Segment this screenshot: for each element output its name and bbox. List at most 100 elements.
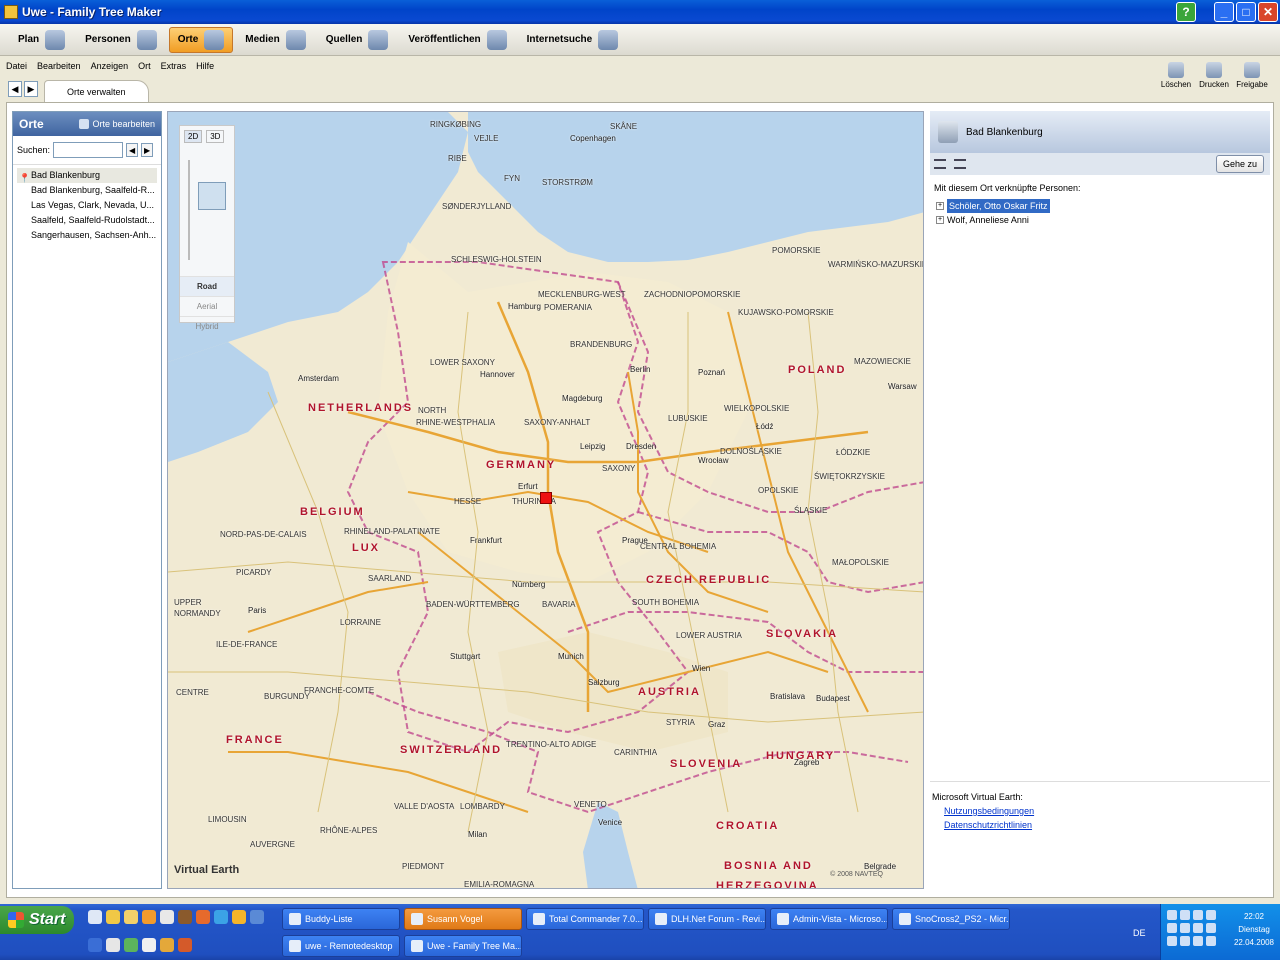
search-next-button[interactable]: ▶: [141, 143, 154, 157]
taskbar-task[interactable]: uwe - Remotedesktop: [282, 935, 400, 957]
tab-internetsuche[interactable]: Internetsuche: [519, 27, 627, 53]
list-item[interactable]: Las Vegas, Clark, Nevada, U...: [17, 198, 157, 213]
menu-datei[interactable]: Datei: [6, 61, 27, 71]
expand-icon[interactable]: +: [936, 216, 944, 224]
places-list: 📍 Bad Blankenburg Bad Blankenburg, Saalfe…: [13, 165, 161, 246]
media-icon: [285, 29, 306, 50]
minimize-button[interactable]: _: [1214, 2, 1234, 22]
quick-launch-icon[interactable]: [106, 938, 120, 952]
menu-hilfe[interactable]: Hilfe: [196, 61, 214, 71]
tray-icon[interactable]: [1206, 910, 1216, 920]
tab-quellen[interactable]: Quellen: [318, 27, 397, 53]
tray-icon[interactable]: [1167, 910, 1177, 920]
quick-launch-icon[interactable]: [106, 910, 120, 924]
search-prev-button[interactable]: ◀: [126, 143, 139, 157]
taskbar-task[interactable]: Total Commander 7.0...: [526, 908, 644, 930]
tab-plan[interactable]: Plan: [10, 27, 73, 53]
country-label: SWITZERLAND: [400, 744, 503, 756]
tray-icon[interactable]: [1167, 936, 1177, 946]
quick-launch-icon[interactable]: [124, 910, 138, 924]
task-icon: [411, 913, 423, 925]
quick-launch-icon[interactable]: [160, 910, 174, 924]
filter-icon[interactable]: [934, 159, 946, 169]
map-style-hybrid[interactable]: Hybrid: [180, 316, 234, 336]
taskbar-task[interactable]: Uwe - Family Tree Ma...: [404, 935, 522, 957]
menu-anzeigen[interactable]: Anzeigen: [91, 61, 129, 71]
tray-icon[interactable]: [1193, 910, 1203, 920]
terms-link[interactable]: Nutzungsbedingungen: [930, 806, 1270, 820]
quick-launch-icon[interactable]: [214, 910, 228, 924]
quick-launch-icon[interactable]: [196, 910, 210, 924]
region-label: NORD-PAS-DE-CALAIS: [220, 530, 307, 539]
tray-icon[interactable]: [1180, 910, 1190, 920]
quick-launch-icon[interactable]: [250, 910, 264, 924]
quick-launch-icon[interactable]: [178, 910, 192, 924]
menu-bearbeiten[interactable]: Bearbeiten: [37, 61, 81, 71]
person-row[interactable]: + Wolf, Anneliese Anni: [930, 213, 1270, 227]
search-input[interactable]: [53, 142, 124, 158]
quick-launch-icon[interactable]: [124, 938, 138, 952]
sort-icon[interactable]: [954, 159, 966, 169]
zoom-slider[interactable]: [188, 160, 196, 260]
tab-veroeffentlichen[interactable]: Veröffentlichen: [400, 27, 514, 53]
go-to-button[interactable]: Gehe zu: [1215, 155, 1264, 173]
language-indicator[interactable]: DE: [1133, 928, 1146, 938]
country-label: BELGIUM: [300, 506, 365, 518]
tray-icon[interactable]: [1193, 936, 1203, 946]
quick-launch-icon[interactable]: [178, 938, 192, 952]
tray-icon[interactable]: [1167, 923, 1177, 933]
menu-extras[interactable]: Extras: [161, 61, 187, 71]
maximize-button[interactable]: □: [1236, 2, 1256, 22]
tray-icon[interactable]: [1193, 923, 1203, 933]
edit-places-button[interactable]: Orte bearbeiten: [79, 119, 155, 129]
task-icon: [533, 913, 545, 925]
taskbar-task[interactable]: Admin-Vista - Microso...: [770, 908, 888, 930]
privacy-link[interactable]: Datenschutzrichtlinien: [930, 820, 1270, 834]
map-view[interactable]: RINGKØBING VEJLE RIBE FYN SØNDERJYLLAND STORS…: [167, 111, 924, 889]
person-row[interactable]: + Schöler, Otto Oskar Fritz: [930, 199, 1270, 213]
taskbar-task[interactable]: Buddy-Liste: [282, 908, 400, 930]
tab-orte[interactable]: Orte: [168, 26, 234, 53]
tray-icon[interactable]: [1206, 923, 1216, 933]
task-icon: [411, 940, 423, 952]
forward-button[interactable]: ▶: [24, 81, 38, 97]
tab-label: Medien: [245, 34, 280, 45]
quick-launch-icon[interactable]: [88, 910, 102, 924]
quick-launch-icon[interactable]: [232, 910, 246, 924]
place-detail-toolbar: Gehe zu: [930, 153, 1270, 175]
list-item[interactable]: Saalfeld, Saalfeld-Rudolstadt...: [17, 213, 157, 228]
place-name: Sangerhausen, Sachsen-Anh...: [31, 230, 157, 240]
map-style-aerial[interactable]: Aerial: [180, 296, 234, 316]
tray-icon[interactable]: [1180, 936, 1190, 946]
quick-launch-icon[interactable]: [160, 938, 174, 952]
quick-launch-icon[interactable]: [142, 910, 156, 924]
map-style-road[interactable]: Road: [180, 276, 234, 296]
expand-icon[interactable]: +: [936, 202, 944, 210]
tab-medien[interactable]: Medien: [237, 27, 313, 53]
tab-orte-verwalten[interactable]: Orte verwalten: [44, 80, 149, 102]
list-item[interactable]: Sangerhausen, Sachsen-Anh...: [17, 228, 157, 243]
taskbar-task[interactable]: DLH.Net Forum - Revi...: [648, 908, 766, 930]
back-button[interactable]: ◀: [8, 81, 22, 97]
place-marker[interactable]: [540, 492, 552, 504]
menu-ort[interactable]: Ort: [138, 61, 151, 71]
map-3d-button[interactable]: 3D: [206, 130, 225, 143]
compass-icon[interactable]: [198, 182, 226, 210]
list-item[interactable]: Bad Blankenburg, Saalfeld-R...: [17, 183, 157, 198]
quick-launch-icon[interactable]: [142, 938, 156, 952]
taskbar-task[interactable]: Susann Vogel: [404, 908, 522, 930]
quick-launch-icon[interactable]: [88, 938, 102, 952]
tab-personen[interactable]: Personen: [77, 27, 165, 53]
quick-launch-row1: [88, 910, 264, 924]
tray-icon[interactable]: [1206, 936, 1216, 946]
city-label: Leipzig: [580, 442, 606, 451]
region-label: RHINELAND-PALATINATE: [344, 527, 441, 536]
list-item[interactable]: 📍 Bad Blankenburg: [17, 168, 157, 183]
close-button[interactable]: ✕: [1258, 2, 1278, 22]
clock[interactable]: 22:02 Dienstag 22.04.2008: [1234, 910, 1274, 949]
help-icon[interactable]: ?: [1176, 2, 1196, 22]
tray-icon[interactable]: [1180, 923, 1190, 933]
start-button[interactable]: Start: [0, 906, 74, 934]
map-2d-button[interactable]: 2D: [184, 130, 203, 143]
taskbar-task[interactable]: SnoCross2_PS2 - Micr...: [892, 908, 1010, 930]
